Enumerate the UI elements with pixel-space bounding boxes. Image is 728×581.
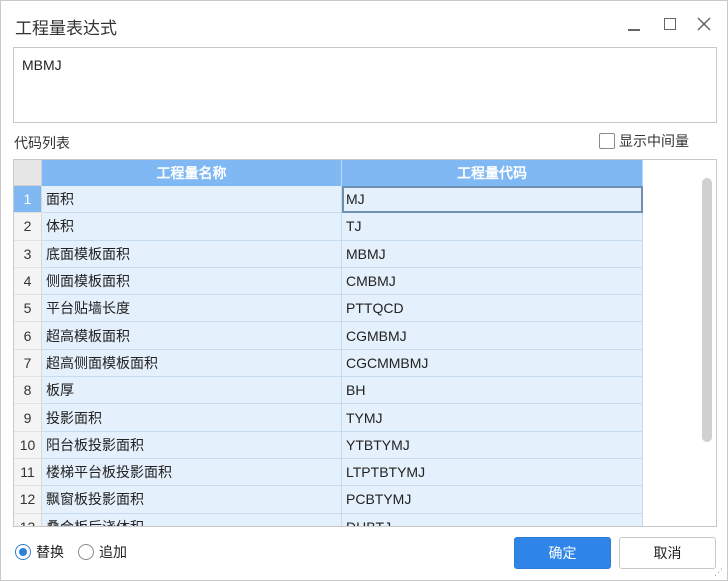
cell-quantity-name[interactable]: 叠合板后浇体积 [42,513,342,526]
show-intermediate-label: 显示中间量 [619,133,689,149]
cell-quantity-code[interactable]: PCBTYMJ [342,486,643,514]
minimize-icon[interactable] [621,11,647,37]
cell-quantity-code[interactable]: CGCMMBMJ [342,349,643,378]
row-number: 7 [14,349,42,378]
code-table: 工程量名称 工程量代码 1 面积 MJ 2 体积 TJ 3 底面模板面积 MBMJ 4 侧面模板面积… [13,159,717,527]
show-intermediate-checkbox[interactable]: 显示中间量 [599,131,689,151]
cell-quantity-name[interactable]: 超高侧面模板面积 [42,349,342,378]
cell-quantity-code[interactable]: PTTQCD [342,295,643,323]
table-row[interactable]: 1 面积 MJ [14,186,645,214]
cell-quantity-code[interactable]: TYMJ [342,404,643,432]
radio-replace-label: 替换 [36,544,64,560]
cell-quantity-name[interactable]: 底面模板面积 [42,240,342,268]
table-row[interactable]: 4 侧面模板面积 CMBMJ [14,267,645,296]
cell-quantity-code[interactable]: CMBMJ [342,267,643,296]
cell-quantity-code[interactable]: CGMBMJ [342,322,643,350]
cell-quantity-name[interactable]: 体积 [42,213,342,241]
table-header: 工程量名称 工程量代码 [14,160,645,186]
column-header-code[interactable]: 工程量代码 [342,160,643,186]
radio-replace[interactable]: 替换 [15,542,64,562]
cell-quantity-code[interactable]: MJ [342,186,643,214]
row-number: 13 [14,513,42,526]
row-number: 3 [14,240,42,268]
cell-quantity-name[interactable]: 飘窗板投影面积 [42,486,342,514]
mode-radio-group: 替换 追加 [15,542,127,562]
table-row[interactable]: 12 飘窗板投影面积 PCBTYMJ [14,486,645,514]
row-number: 2 [14,213,42,241]
title-bar: 工程量表达式 [1,1,727,47]
radio-append[interactable]: 追加 [78,542,127,562]
row-number: 5 [14,295,42,323]
table-row[interactable]: 13 叠合板后浇体积 DHBTJ [14,513,645,526]
expression-dialog: 工程量表达式 MBMJ 代码列表 显示中间量 工程量名称 工程量代码 1 面积 MJ… [0,0,728,581]
cell-quantity-name[interactable]: 投影面积 [42,404,342,432]
maximize-icon[interactable] [657,11,683,37]
code-grid: 工程量名称 工程量代码 1 面积 MJ 2 体积 TJ 3 底面模板面积 MBMJ 4 侧面模板面积… [14,160,645,526]
cell-quantity-code[interactable]: TJ [342,213,643,241]
table-row[interactable]: 11 楼梯平台板投影面积 LTPTBTYMJ [14,458,645,487]
row-number: 9 [14,404,42,432]
cell-quantity-name[interactable]: 平台贴墙长度 [42,295,342,323]
cell-quantity-code[interactable]: YTBTYMJ [342,431,643,459]
resize-grip-icon[interactable]: ⋰ [714,567,724,577]
cell-quantity-code[interactable]: DHBTJ [342,513,643,526]
radio-append-dot[interactable] [78,544,94,560]
window-title: 工程量表达式 [15,19,117,38]
header-corner [14,160,42,186]
ok-button[interactable]: 确定 [514,537,611,569]
cell-quantity-name[interactable]: 板厚 [42,377,342,405]
cell-quantity-name[interactable]: 超高模板面积 [42,322,342,350]
row-number: 8 [14,377,42,405]
cell-quantity-code[interactable]: LTPTBTYMJ [342,458,643,487]
table-row[interactable]: 9 投影面积 TYMJ [14,404,645,432]
row-number: 6 [14,322,42,350]
close-icon[interactable] [691,11,717,37]
checkbox-box[interactable] [599,133,615,149]
column-header-name[interactable]: 工程量名称 [42,160,342,186]
cell-quantity-name[interactable]: 面积 [42,186,342,214]
table-row[interactable]: 7 超高侧面模板面积 CGCMMBMJ [14,349,645,378]
table-row[interactable]: 10 阳台板投影面积 YTBTYMJ [14,431,645,459]
table-row[interactable]: 2 体积 TJ [14,213,645,241]
row-number: 10 [14,431,42,459]
vertical-scrollbar[interactable] [702,178,712,442]
cell-quantity-code[interactable]: BH [342,377,643,405]
table-body: 1 面积 MJ 2 体积 TJ 3 底面模板面积 MBMJ 4 侧面模板面积 CMBMJ 5 平台贴墙长度… [14,186,645,526]
cancel-button[interactable]: 取消 [619,537,716,569]
code-list-label: 代码列表 [14,135,70,151]
expression-input[interactable]: MBMJ [13,47,717,123]
cell-quantity-name[interactable]: 侧面模板面积 [42,267,342,296]
table-row[interactable]: 8 板厚 BH [14,377,645,405]
table-row[interactable]: 3 底面模板面积 MBMJ [14,240,645,268]
row-number: 11 [14,458,42,487]
row-number: 4 [14,267,42,296]
cell-quantity-code[interactable]: MBMJ [342,240,643,268]
cell-quantity-name[interactable]: 阳台板投影面积 [42,431,342,459]
radio-replace-dot[interactable] [15,544,31,560]
row-number: 1 [14,186,42,214]
radio-append-label: 追加 [99,544,127,560]
cell-quantity-name[interactable]: 楼梯平台板投影面积 [42,458,342,487]
table-row[interactable]: 6 超高模板面积 CGMBMJ [14,322,645,350]
table-row[interactable]: 5 平台贴墙长度 PTTQCD [14,295,645,323]
row-number: 12 [14,486,42,514]
